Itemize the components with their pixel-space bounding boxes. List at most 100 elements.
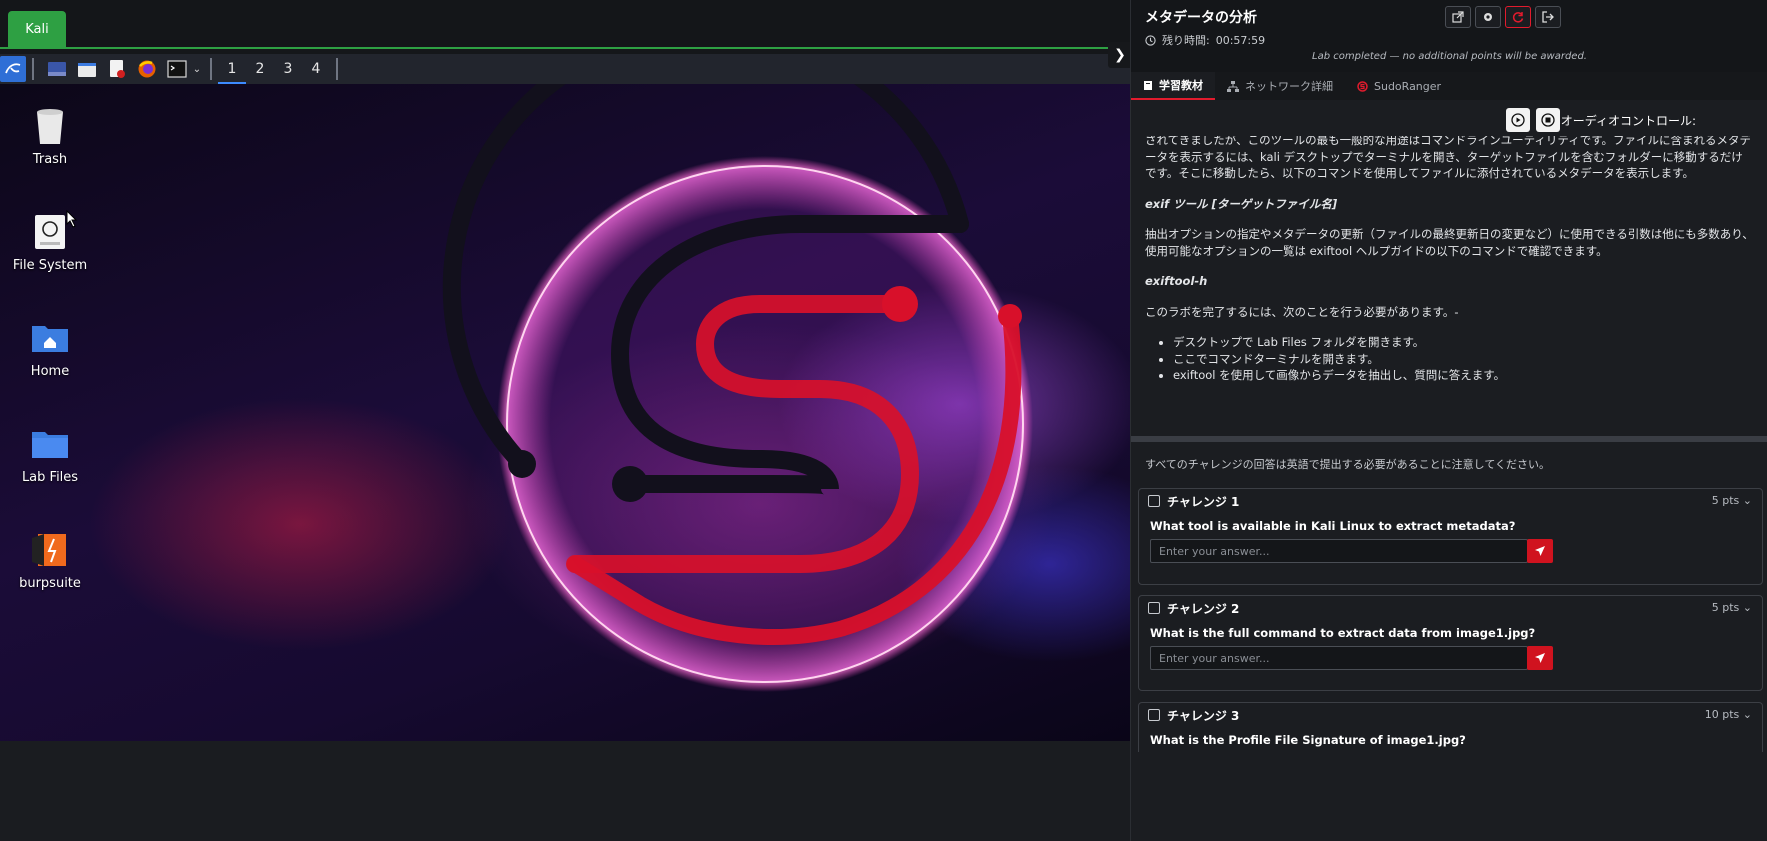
vm-tab-bar: Kali: [0, 0, 1130, 49]
challenge-title: チャレンジ 2: [1167, 602, 1240, 616]
workspace-4[interactable]: 4: [302, 54, 330, 84]
lab-header: メタデータの分析 残り時間: 00:57:59 Lab completed — …: [1131, 0, 1767, 72]
lab-title: メタデータの分析: [1145, 10, 1257, 26]
mouse-cursor-icon: [66, 210, 78, 228]
challenge-title: チャレンジ 1: [1167, 495, 1240, 509]
completed-message: Lab completed — no additional points wil…: [1312, 51, 1587, 62]
desktop-icon-home[interactable]: Home: [0, 318, 100, 379]
tab-label: SudoRanger: [1374, 79, 1442, 93]
command-text: exif ツール [ターゲットファイル名]: [1145, 196, 1338, 211]
stop-audio-button[interactable]: [1536, 108, 1560, 132]
challenge-card: チャレンジ 3 10 pts ⌄ What is the Profile Fil…: [1138, 702, 1763, 752]
panel-separator: [336, 58, 338, 80]
tab-kali[interactable]: Kali: [8, 11, 66, 48]
chevron-right-icon[interactable]: ❯: [1108, 42, 1132, 68]
external-link-icon: [1452, 11, 1464, 23]
timer: 残り時間: 00:57:59: [1145, 32, 1265, 48]
panel-separator: [210, 58, 212, 80]
drive-icon: [30, 212, 70, 252]
chevron-down-icon: ⌄: [1742, 708, 1752, 721]
challenge-checkbox: [1148, 709, 1160, 721]
submit-answer-button[interactable]: [1527, 646, 1553, 670]
kali-menu-icon[interactable]: [0, 56, 26, 82]
show-desktop-icon[interactable]: [44, 56, 70, 82]
challenge-question: What is the full command to extract data…: [1150, 626, 1536, 640]
panel-separator: [32, 58, 34, 80]
desktop-wallpaper: Trash File System Home Lab Files burpsui: [0, 84, 1130, 741]
firefox-icon[interactable]: [134, 56, 160, 82]
settings-button[interactable]: [1475, 6, 1501, 28]
kali-vm: Kali ⌄ 1 2 3 4 Trash File System Home La…: [0, 0, 1130, 841]
workspace-2[interactable]: 2: [246, 54, 274, 84]
challenge-checkbox: [1148, 602, 1160, 614]
open-external-button[interactable]: [1445, 6, 1471, 28]
answer-input[interactable]: [1150, 539, 1528, 563]
tab-label: ネットワーク詳細: [1245, 80, 1333, 93]
challenge-card: チャレンジ 1 5 pts ⌄ What tool is available i…: [1138, 488, 1763, 585]
tab-learning-material[interactable]: 学習教材: [1131, 72, 1215, 100]
desktop-icon-lab-files[interactable]: Lab Files: [0, 424, 100, 485]
desktop-icon-label: Lab Files: [21, 470, 79, 485]
workspace-1[interactable]: 1: [218, 54, 246, 84]
play-icon: [1511, 113, 1525, 127]
submit-answer-button[interactable]: [1527, 539, 1553, 563]
gear-icon: [1484, 13, 1492, 21]
workspace-3[interactable]: 3: [274, 54, 302, 84]
desktop-icon-burpsuite[interactable]: burpsuite: [0, 530, 100, 591]
stop-icon: [1541, 113, 1555, 127]
content-paragraph: されてきましたが、このツールの最も一般的な用途はコマンドラインユーティリティです…: [1145, 136, 1752, 180]
answer-input[interactable]: [1150, 646, 1528, 670]
time-value: 00:57:59: [1215, 33, 1266, 47]
tab-label: 学習教材: [1159, 79, 1203, 92]
audio-controls: オーディオコントロール:: [1131, 100, 1767, 136]
file-manager-icon[interactable]: [74, 56, 100, 82]
list-item: ここでコマンドターミナルを開きます。: [1173, 351, 1754, 368]
trash-icon: [30, 106, 70, 146]
challenge-points[interactable]: 5 pts ⌄: [1712, 494, 1752, 507]
learning-content: されてきましたが、このツールの最も一般的な用途はコマンドラインユーティリティです…: [1131, 136, 1767, 436]
challenge-points[interactable]: 5 pts ⌄: [1712, 601, 1752, 614]
challenge-card: チャレンジ 2 5 pts ⌄ What is the full command…: [1138, 595, 1763, 691]
sudoranger-logo: [442, 84, 1033, 692]
paper-plane-icon: [1535, 653, 1545, 663]
book-icon: [1144, 80, 1152, 90]
desktop-icon-label: File System: [12, 258, 88, 273]
terminal-icon[interactable]: [164, 56, 190, 82]
resize-divider[interactable]: [1131, 436, 1767, 442]
desktop-icon-trash[interactable]: Trash: [0, 106, 100, 167]
chevron-down-icon[interactable]: ⌄: [190, 56, 204, 82]
paper-plane-icon: [1535, 546, 1545, 556]
play-audio-button[interactable]: [1506, 108, 1530, 132]
lab-panel: メタデータの分析 残り時間: 00:57:59 Lab completed — …: [1130, 0, 1767, 841]
burpsuite-icon: [30, 530, 70, 570]
home-folder-icon: [30, 318, 70, 358]
points-value: 5 pts: [1711, 494, 1740, 507]
time-label: 残り時間:: [1162, 34, 1210, 47]
desktop-icon-label: Trash: [32, 152, 68, 167]
folder-icon: [30, 424, 70, 464]
tab-sudoranger[interactable]: SudoRanger: [1345, 72, 1453, 100]
desktop-icon-file-system[interactable]: File System: [0, 212, 100, 273]
points-value: 10 pts: [1704, 708, 1740, 721]
exit-button[interactable]: [1535, 6, 1561, 28]
desktop-footer: [0, 741, 1130, 841]
task-list: デスクトップで Lab Files フォルダを開きます。 ここでコマンドターミナ…: [1173, 334, 1754, 384]
logout-icon: [1542, 11, 1554, 23]
tab-network-details[interactable]: ネットワーク詳細: [1215, 72, 1345, 100]
reset-button[interactable]: [1505, 6, 1531, 28]
refresh-icon: [1512, 12, 1524, 23]
network-icon: [1227, 80, 1239, 92]
content-paragraph: 抽出オプションの指定やメタデータの更新（ファイルの最終更新日の変更など）に使用で…: [1145, 227, 1754, 258]
audio-label: オーディオコントロール:: [1560, 114, 1696, 128]
challenge-points[interactable]: 10 pts ⌄: [1705, 708, 1752, 721]
content-paragraph: このラボを完了するには、次のことを行う必要があります。-: [1145, 304, 1459, 319]
desktop-icon-label: burpsuite: [19, 576, 81, 591]
list-item: デスクトップで Lab Files フォルダを開きます。: [1173, 334, 1754, 351]
sudoranger-icon: [1357, 80, 1368, 92]
command-text: exiftool-h: [1145, 274, 1208, 288]
text-editor-icon[interactable]: [104, 56, 130, 82]
xfce-panel: ⌄ 1 2 3 4: [0, 54, 1130, 84]
lab-tabs: 学習教材 ネットワーク詳細 SudoRanger: [1131, 72, 1767, 100]
clock-icon: [1145, 34, 1156, 46]
challenge-checkbox: [1148, 495, 1160, 507]
